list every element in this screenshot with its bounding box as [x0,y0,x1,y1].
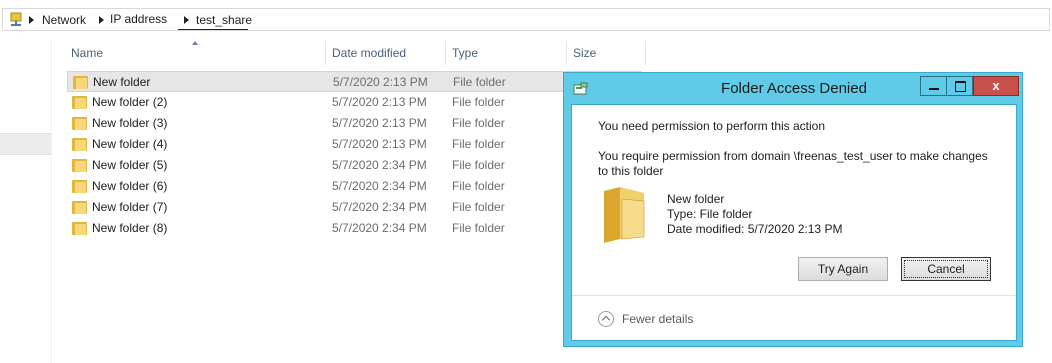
folder-icon [72,138,87,151]
breadcrumb-network[interactable]: Network [42,13,86,27]
maximize-icon [955,81,966,92]
breadcrumb-test-share[interactable]: test_share [196,13,252,27]
item-date-modified: Date modified: 5/7/2020 2:13 PM [667,222,843,236]
minimize-icon [929,88,939,90]
dialog-detail: You require permission from domain \free… [598,149,988,178]
item-type: Type: File folder [667,207,753,221]
file-name: New folder (8) [92,221,168,235]
file-type: File folder [452,221,505,235]
cancel-button[interactable]: Cancel [901,257,991,281]
breadcrumb-separator-icon[interactable] [99,16,104,24]
file-date: 5/7/2020 2:13 PM [332,137,427,151]
folder-icon [72,180,87,193]
dialog-content: You need permission to perform this acti… [571,104,1017,341]
dialog-message: You need permission to perform this acti… [598,119,826,133]
column-header-name[interactable]: Name [65,41,325,65]
close-icon: x [992,78,1000,93]
close-button[interactable]: x [973,76,1019,96]
breadcrumb-focus-underline [178,29,248,30]
fewer-details-label: Fewer details [622,312,694,326]
file-type: File folder [452,200,505,214]
file-type: File folder [452,137,505,151]
file-date: 5/7/2020 2:34 PM [332,200,427,214]
file-name: New folder (6) [92,179,168,193]
breadcrumb-separator-icon[interactable] [29,16,34,24]
column-header-date-modified[interactable]: Date modified [326,41,446,65]
folder-icon [72,117,87,130]
nav-pane-selected-item[interactable] [0,133,51,155]
file-type: File folder [452,158,505,172]
file-type: File folder [452,95,505,109]
nav-pane-divider [51,40,52,363]
folder-icon [73,76,88,89]
item-name: New folder [667,192,725,206]
network-icon [10,12,22,26]
focus-rectangle [904,260,988,278]
file-name: New folder (7) [92,200,168,214]
file-name: New folder (5) [92,158,168,172]
folder-icon [72,96,87,109]
folder-icon [72,201,87,214]
file-type: File folder [452,116,505,130]
column-header-type[interactable]: Type [446,41,566,65]
breadcrumb-ip-address[interactable]: IP address [110,12,167,26]
file-row[interactable]: New folder (5) 5/7/2020 2:34 PM File fol… [67,155,642,176]
try-again-button[interactable]: Try Again [798,257,888,281]
file-name: New folder (2) [92,95,168,109]
folder-icon [604,187,645,243]
file-row[interactable]: New folder (8) 5/7/2020 2:34 PM File fol… [67,218,642,239]
file-date: 5/7/2020 2:34 PM [332,221,427,235]
item-info: New folder Type: File folder Date modifi… [667,192,842,237]
column-header-size[interactable]: Size [567,41,645,65]
address-bar[interactable]: Network IP address test_share [2,8,1050,31]
chevron-up-icon [598,311,614,327]
folder-icon [72,222,87,235]
breadcrumb-separator-icon[interactable] [184,16,189,24]
file-type: File folder [452,179,505,193]
folder-access-denied-dialog: Folder Access Denied x You need permissi… [563,72,1023,347]
file-name: New folder [93,75,151,89]
file-row[interactable]: New folder (4) 5/7/2020 2:13 PM File fol… [67,134,642,155]
file-row[interactable]: New folder (2) 5/7/2020 2:13 PM File fol… [67,92,642,113]
folder-icon [72,159,87,172]
file-name: New folder (4) [92,137,168,151]
file-date: 5/7/2020 2:13 PM [333,75,428,89]
column-divider[interactable] [645,41,646,65]
maximize-button[interactable] [946,76,973,96]
file-row[interactable]: New folder (3) 5/7/2020 2:13 PM File fol… [67,113,642,134]
file-type: File folder [453,75,506,89]
file-date: 5/7/2020 2:34 PM [332,179,427,193]
file-name: New folder (3) [92,116,168,130]
file-date: 5/7/2020 2:13 PM [332,116,427,130]
dialog-divider [572,295,1016,296]
file-row[interactable]: New folder 5/7/2020 2:13 PM File folder [67,71,642,92]
file-row[interactable]: New folder (7) 5/7/2020 2:34 PM File fol… [67,197,642,218]
file-date: 5/7/2020 2:13 PM [332,95,427,109]
minimize-button[interactable] [920,76,947,96]
file-row[interactable]: New folder (6) 5/7/2020 2:34 PM File fol… [67,176,642,197]
file-date: 5/7/2020 2:34 PM [332,158,427,172]
